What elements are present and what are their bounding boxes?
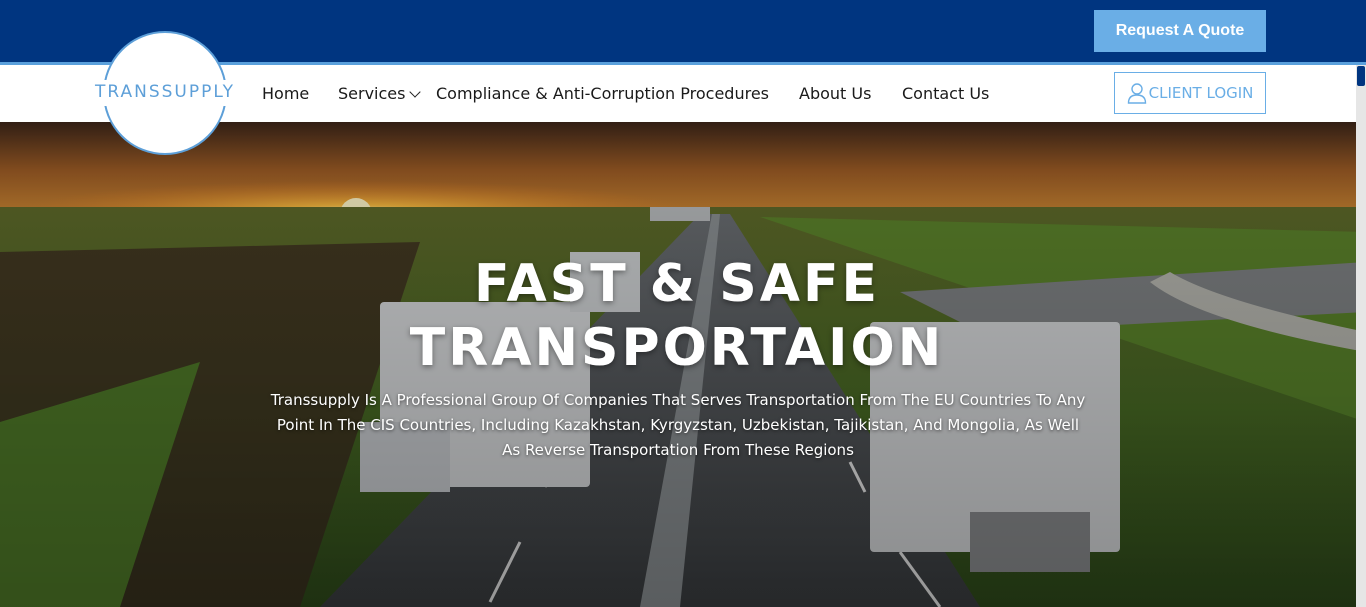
client-login-label: CLIENT LOGIN	[1148, 84, 1254, 102]
hero-banner: FAST & SAFE TRANSPORTAION Transsupply Is…	[0, 122, 1366, 607]
scrollbar-thumb[interactable]	[1357, 66, 1365, 86]
chevron-down-icon	[409, 86, 422, 98]
hero-title-line-1: FAST & SAFE	[473, 254, 880, 314]
nav-item-about[interactable]: About Us	[799, 65, 871, 122]
nav-item-services-label: Services	[338, 84, 406, 103]
client-login-button[interactable]: CLIENT LOGIN	[1114, 72, 1266, 114]
hero-title-line-2: TRANSPORTAION	[409, 318, 945, 378]
logo-text[interactable]: TRANSSUPPLY	[88, 82, 242, 102]
page-scrollbar[interactable]	[1356, 65, 1366, 607]
hero-description: Transsupply Is A Professional Group Of C…	[270, 391, 1086, 459]
user-icon	[1127, 83, 1146, 104]
nav-item-compliance[interactable]: Compliance & Anti-Corruption Procedures	[436, 65, 769, 122]
nav-item-home[interactable]: Home	[262, 65, 309, 122]
nav-item-contact[interactable]: Contact Us	[902, 65, 989, 122]
request-quote-button[interactable]: Request A Quote	[1094, 10, 1266, 52]
nav-item-services[interactable]: Services	[338, 65, 422, 122]
